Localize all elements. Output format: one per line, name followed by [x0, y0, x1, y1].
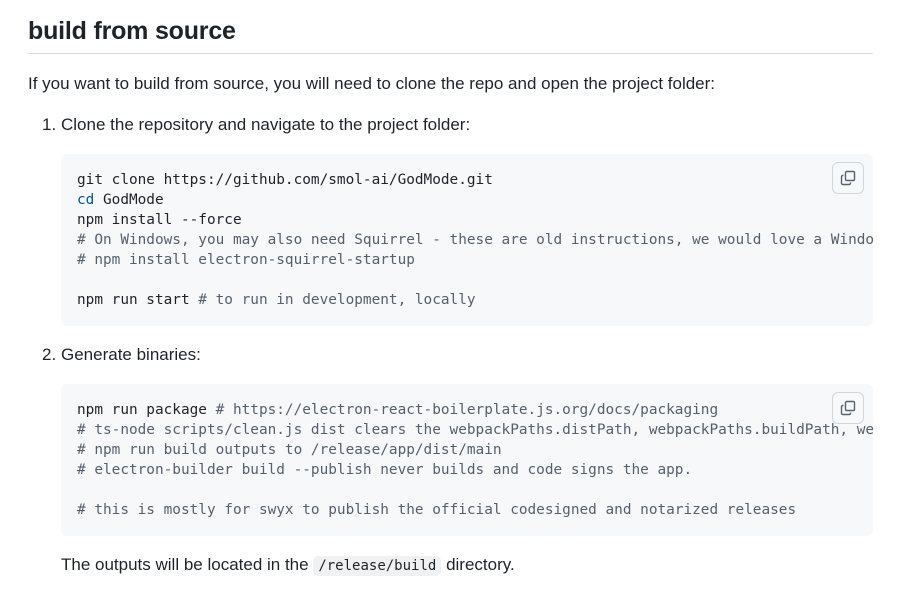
step-2-number: 2.	[42, 345, 57, 364]
step-1: 1. Clone the repository and navigate to …	[42, 113, 873, 326]
step-2-code-block[interactable]: npm run package # https://electron-react…	[61, 384, 873, 536]
step-1-number: 1.	[42, 115, 57, 134]
heading-divider	[28, 53, 873, 54]
outro-paragraph: The outputs will be located in the /rele…	[61, 553, 873, 578]
code-keyword: cd	[77, 192, 95, 208]
code-line: npm run package # https://electron-react…	[77, 400, 857, 420]
code-comment-line: # electron-builder build --publish never…	[77, 462, 693, 478]
code-comment-line: # npm install electron-squirrel-startup	[77, 252, 415, 268]
step-1-title: Clone the repository and navigate to the…	[61, 115, 471, 134]
code-comment-line: # this is mostly for swyx to publish the…	[77, 502, 797, 518]
outro-text-before: The outputs will be located in the	[61, 555, 314, 574]
code-comment: # https://electron-react-boilerplate.js.…	[215, 402, 719, 418]
intro-paragraph: If you want to build from source, you wi…	[28, 74, 716, 93]
step-2: 2. Generate binaries: npm run package # …	[42, 343, 873, 536]
code-text: GodMode	[94, 192, 164, 208]
readme-section: build from source If you want to build f…	[28, 0, 873, 578]
copy-code-button[interactable]	[832, 392, 864, 424]
section-heading: build from source	[28, 17, 236, 45]
code-text: npm run package	[77, 402, 216, 418]
step-1-code-block[interactable]: git clone https://github.com/smol-ai/God…	[61, 154, 873, 326]
copy-icon	[840, 400, 856, 416]
code-text: npm run start	[77, 292, 199, 308]
step-2-title: Generate binaries:	[61, 345, 201, 364]
code-comment-line: # npm run build outputs to /release/app/…	[77, 442, 502, 458]
code-comment-line: # ts-node scripts/clean.js dist clears t…	[77, 422, 873, 438]
copy-code-button[interactable]	[832, 162, 864, 194]
code-line: npm install --force	[77, 212, 242, 228]
inline-code-path: /release/build	[313, 556, 442, 576]
outro-text-after: directory.	[441, 555, 515, 574]
code-comment-line: # On Windows, you may also need Squirrel…	[77, 232, 873, 248]
code-line: npm run start # to run in development, l…	[77, 290, 857, 310]
code-line: cd GodMode	[77, 190, 857, 210]
copy-icon	[840, 170, 856, 186]
code-comment: # to run in development, locally	[198, 292, 476, 308]
code-line: git clone https://github.com/smol-ai/God…	[77, 172, 493, 188]
